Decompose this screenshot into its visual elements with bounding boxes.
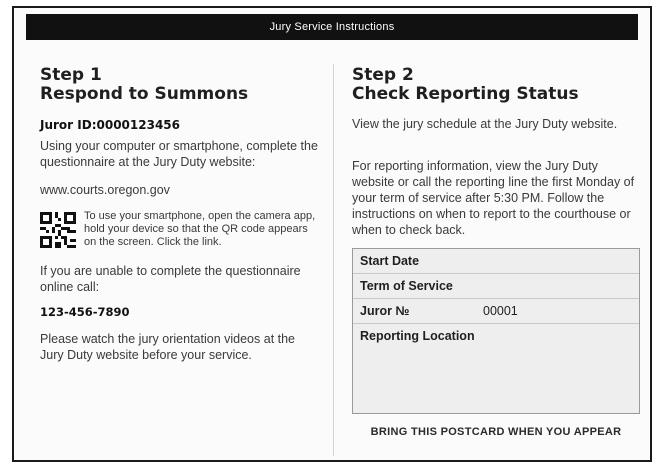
reporting-location-field: Reporting Location bbox=[360, 329, 475, 343]
qr-code-icon[interactable] bbox=[40, 212, 76, 248]
qr-section: To use your smartphone, open the camera … bbox=[40, 210, 322, 249]
step2-column: Step 2 Check Reporting Status View the j… bbox=[352, 66, 644, 238]
term-of-service-field: Term of Service bbox=[353, 274, 639, 299]
juror-number-field: Juror № 00001 bbox=[353, 299, 639, 324]
orientation-video-text: Please watch the jury orientation videos… bbox=[40, 332, 296, 362]
step2-title: Check Reporting Status bbox=[352, 84, 579, 104]
reporting-details-box: Start Date Term of Service Juror № 00001… bbox=[352, 248, 640, 414]
phone-number[interactable]: 123-456-7890 bbox=[40, 305, 322, 319]
schedule-text: View the jury schedule at the Jury Duty … bbox=[352, 117, 618, 131]
juror-number-label: Juror № bbox=[360, 304, 410, 318]
questionnaire-instructions: Using your computer or smartphone, compl… bbox=[40, 139, 318, 169]
step1-title: Respond to Summons bbox=[40, 84, 249, 104]
unable-to-complete-text: If you are unable to complete the questi… bbox=[40, 264, 301, 294]
juror-id: Juror ID:0000123456 bbox=[40, 118, 180, 132]
reporting-info-text: For reporting information, view the Jury… bbox=[352, 159, 635, 237]
banner-title: Jury Service Instructions bbox=[26, 14, 638, 40]
step2-label: Step 2 bbox=[352, 65, 414, 85]
juror-number-value: 00001 bbox=[483, 304, 518, 318]
step1-column: Step 1 Respond to Summons Juror ID:00001… bbox=[40, 66, 322, 363]
column-divider bbox=[333, 64, 334, 456]
qr-instructions: To use your smartphone, open the camera … bbox=[84, 210, 316, 248]
step1-label: Step 1 bbox=[40, 65, 102, 85]
start-date-field: Start Date bbox=[353, 249, 639, 274]
website-url[interactable]: www.courts.oregon.gov bbox=[40, 182, 322, 198]
bring-postcard-notice: BRING THIS POSTCARD WHEN YOU APPEAR bbox=[370, 426, 622, 438]
